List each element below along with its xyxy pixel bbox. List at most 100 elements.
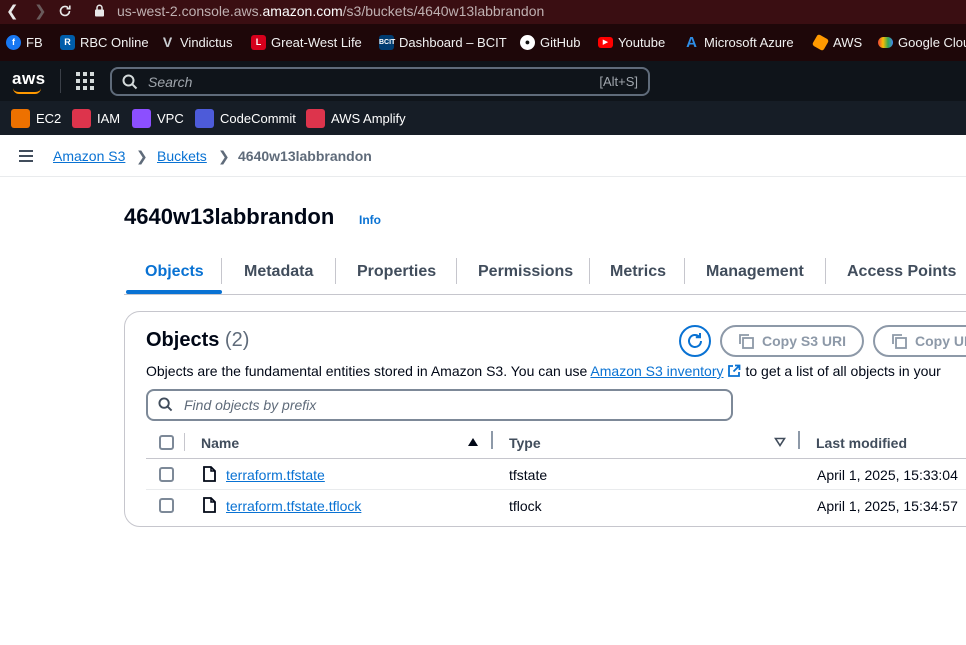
bookmark-label: FB xyxy=(26,35,43,50)
bookmark-google-cloud[interactable]: Google Clou xyxy=(878,35,966,50)
search-shortcut: [Alt+S] xyxy=(599,74,638,89)
aws-smile-icon xyxy=(13,88,41,94)
favorite-ec2[interactable]: EC2 xyxy=(11,109,61,128)
tab-divider xyxy=(684,258,685,284)
bcit-icon: BCIT xyxy=(379,35,395,50)
tab-metrics[interactable]: Metrics xyxy=(610,263,666,281)
breadcrumb-amazon-s3[interactable]: Amazon S3 xyxy=(53,148,125,164)
back-arrow-icon[interactable]: ❮ xyxy=(6,2,19,20)
table-row: terraform.tfstate tfstate April 1, 2025,… xyxy=(146,459,966,490)
objects-description: Objects are the fundamental entities sto… xyxy=(146,363,941,379)
youtube-icon: ▶ xyxy=(598,37,613,48)
vindictus-icon: V xyxy=(162,34,173,50)
select-all-checkbox[interactable] xyxy=(159,435,174,450)
bookmark-label: Google Clou xyxy=(898,35,966,50)
table-header: Name Type Last modified xyxy=(146,429,966,459)
favorite-amplify[interactable]: AWS Amplify xyxy=(306,109,406,128)
copy-s3-uri-button[interactable]: Copy S3 URI xyxy=(720,325,864,357)
column-header-last-modified[interactable]: Last modified xyxy=(816,435,907,451)
object-name-link[interactable]: terraform.tfstate xyxy=(226,467,325,483)
github-icon: ● xyxy=(520,35,535,50)
tab-divider xyxy=(589,258,590,284)
menu-icon[interactable] xyxy=(19,150,33,162)
row-checkbox[interactable] xyxy=(159,467,174,482)
bookmark-azure[interactable]: A Microsoft Azure xyxy=(684,35,794,50)
facebook-icon: f xyxy=(6,35,21,50)
external-link-icon xyxy=(728,364,741,377)
rbc-icon: R xyxy=(60,35,75,50)
info-link[interactable]: Info xyxy=(359,213,381,227)
breadcrumb-buckets[interactable]: Buckets xyxy=(157,148,207,164)
chevron-right-icon: ❯ xyxy=(218,148,230,164)
forward-arrow-icon[interactable]: ❯ xyxy=(34,2,47,20)
chevron-right-icon: ❯ xyxy=(136,148,148,164)
bookmark-label: Dashboard – BCIT xyxy=(399,35,507,50)
object-type: tfstate xyxy=(509,467,548,483)
object-filter-input[interactable]: Find objects by prefix xyxy=(146,389,733,421)
services-grid-icon[interactable] xyxy=(76,72,94,90)
tab-bar: Objects Metadata Properties Permissions … xyxy=(124,253,966,295)
objects-heading: Objects (2) xyxy=(146,329,250,351)
bookmark-label: Microsoft Azure xyxy=(704,35,794,50)
reload-icon[interactable] xyxy=(58,4,72,18)
search-icon xyxy=(122,74,138,90)
favorite-label: EC2 xyxy=(36,111,62,126)
bookmark-youtube[interactable]: ▶ Youtube xyxy=(598,35,665,50)
tab-permissions[interactable]: Permissions xyxy=(478,263,573,281)
google-cloud-icon xyxy=(878,37,893,48)
sort-ascending-icon[interactable] xyxy=(467,437,479,447)
bookmark-rbc[interactable]: R RBC Online xyxy=(60,35,149,50)
tab-properties[interactable]: Properties xyxy=(357,263,436,281)
s3-inventory-link[interactable]: Amazon S3 inventory xyxy=(590,363,723,379)
tab-metadata[interactable]: Metadata xyxy=(244,263,313,281)
bookmark-aws[interactable]: AWS xyxy=(811,33,862,52)
column-header-name[interactable]: Name xyxy=(201,435,239,451)
aws-top-nav: aws Search [Alt+S] xyxy=(0,61,966,101)
bookmark-greatwest[interactable]: L Great-West Life xyxy=(251,35,362,50)
tab-management[interactable]: Management xyxy=(706,263,804,281)
bookmark-bcit[interactable]: BCIT Dashboard – BCIT xyxy=(379,35,507,50)
aws-logo[interactable]: aws xyxy=(12,69,46,94)
sort-descending-icon[interactable] xyxy=(774,437,786,447)
address-field[interactable]: us-west-2.console.aws.amazon.com/s3/buck… xyxy=(117,3,544,19)
filter-placeholder: Find objects by prefix xyxy=(184,397,317,413)
favorite-label: VPC xyxy=(157,111,184,126)
bookmark-label: Great-West Life xyxy=(271,35,362,50)
bookmark-label: Vindictus xyxy=(180,35,233,50)
breadcrumb-current: 4640w13labbrandon xyxy=(238,148,372,164)
favorite-label: IAM xyxy=(97,111,121,126)
bookmark-vindictus[interactable]: V Vindictus xyxy=(160,34,233,51)
page-title: 4640w13labbrandon xyxy=(124,204,335,229)
objects-panel: Objects (2) Copy S3 URI Copy URL Objects… xyxy=(124,311,966,527)
amplify-icon xyxy=(306,109,325,128)
object-last-modified: April 1, 2025, 15:34:57 xyxy=(817,498,958,514)
favorite-codecommit[interactable]: CodeCommit xyxy=(195,109,296,128)
column-resizer[interactable] xyxy=(798,431,800,449)
copy-s3-uri-label: Copy S3 URI xyxy=(762,333,847,349)
search-input[interactable]: Search [Alt+S] xyxy=(110,67,650,96)
codecommit-icon xyxy=(195,109,214,128)
bookmark-github[interactable]: ● GitHub xyxy=(520,35,580,50)
object-name-link[interactable]: terraform.tfstate.tflock xyxy=(226,498,361,514)
copy-url-button[interactable]: Copy URL xyxy=(873,325,966,357)
iam-icon xyxy=(72,109,91,128)
column-resizer[interactable] xyxy=(491,431,493,449)
vpc-icon xyxy=(132,109,151,128)
tab-access-points[interactable]: Access Points xyxy=(847,263,956,281)
row-checkbox[interactable] xyxy=(159,498,174,513)
active-tab-indicator xyxy=(126,290,222,294)
refresh-button[interactable] xyxy=(679,325,711,357)
object-type: tflock xyxy=(509,498,542,514)
lock-icon xyxy=(95,4,104,17)
tab-objects[interactable]: Objects xyxy=(145,263,204,281)
column-header-type[interactable]: Type xyxy=(509,435,541,451)
bookmark-fb[interactable]: f FB xyxy=(6,35,43,50)
bookmark-label: RBC Online xyxy=(80,35,149,50)
favorite-iam[interactable]: IAM xyxy=(72,109,120,128)
copy-icon xyxy=(739,334,754,349)
tab-divider xyxy=(456,258,457,284)
file-icon xyxy=(203,466,216,482)
favorite-vpc[interactable]: VPC xyxy=(132,109,184,128)
tab-divider xyxy=(335,258,336,284)
nav-divider xyxy=(60,69,61,93)
